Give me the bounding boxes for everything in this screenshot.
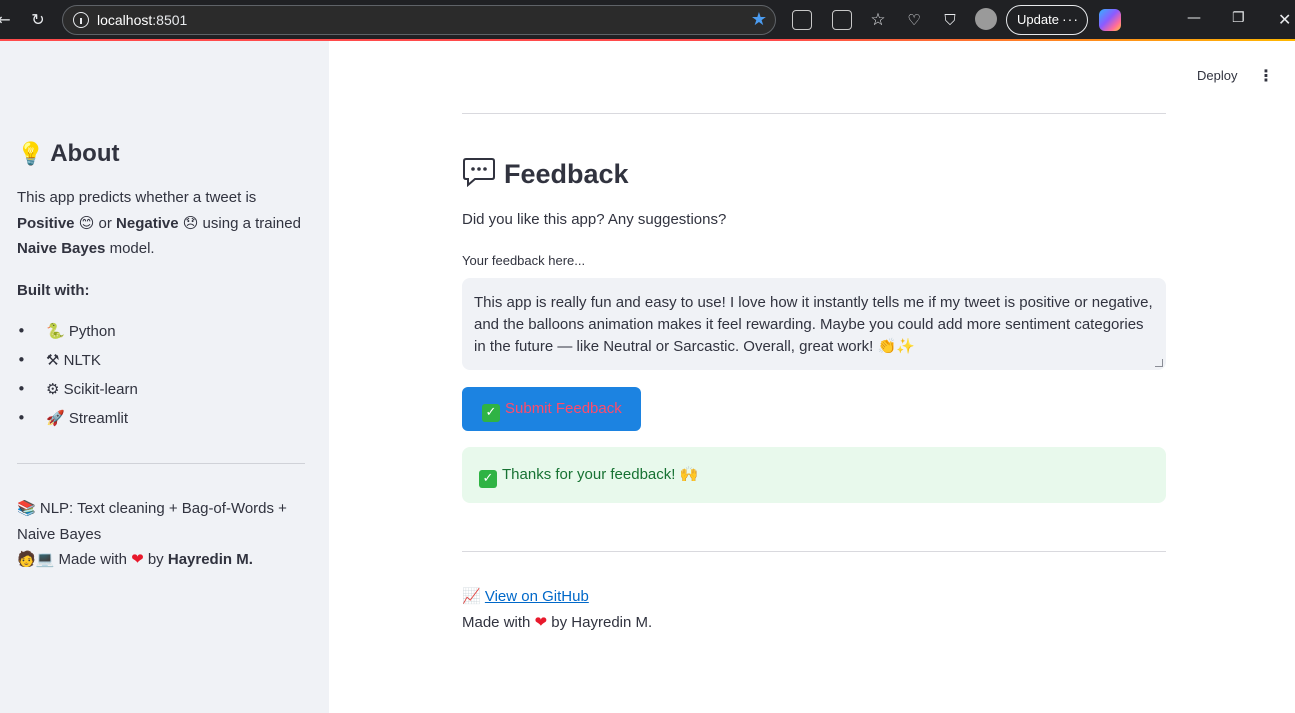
lightbulb-icon: 💡 [17, 142, 45, 167]
resize-handle[interactable] [1155, 359, 1163, 367]
sidebar-footer: 📚 NLP: Text cleaning + Bag-of-Words + Na… [17, 499, 287, 568]
tools-list: 🐍 Python ⚒ NLTK ⚙ Scikit-learn 🚀 Streaml… [17, 317, 138, 433]
made-with-footer: Made with ❤ by Hayredin M. [462, 613, 653, 631]
favorite-star-icon[interactable]: ★ [751, 9, 767, 30]
sidebar-divider [17, 463, 305, 464]
check-mark-icon: ✓ [479, 470, 497, 488]
profile-avatar[interactable] [975, 8, 997, 30]
refresh-icon[interactable]: ↻ [26, 8, 50, 32]
list-item: ⚙ Scikit-learn [17, 375, 138, 404]
bottom-divider [462, 551, 1166, 552]
feedback-text: This app is really fun and easy to use! … [474, 294, 1153, 355]
minimize-icon[interactable]: — [1187, 10, 1201, 26]
sad-emoji-icon: 😞 [182, 213, 199, 232]
back-icon[interactable]: ← [0, 8, 16, 32]
close-icon[interactable]: ✕ [1278, 10, 1291, 29]
smile-emoji-icon: 😊 [78, 213, 95, 232]
gear-icon: ⚙ [46, 380, 60, 398]
heart-icon: ❤ [131, 550, 144, 568]
feedback-textarea[interactable]: This app is really fun and easy to use! … [462, 278, 1166, 370]
list-item: ⚒ NLTK [17, 346, 138, 375]
split-screen-icon[interactable] [832, 10, 852, 30]
copilot-icon[interactable] [1099, 9, 1121, 31]
github-line: 📈 View on GitHub [462, 587, 589, 605]
url-text[interactable]: localhost:8501 [97, 12, 187, 28]
list-item: 🐍 Python [17, 317, 138, 346]
books-icon: 📚 [17, 499, 36, 517]
sidebar-title: 💡 About [17, 140, 120, 167]
restore-icon[interactable]: ❐ [1232, 10, 1245, 26]
page-title: Feedback [462, 157, 629, 190]
deploy-button[interactable]: Deploy [1197, 68, 1237, 83]
sidebar: 💡 About This app predicts whether a twee… [0, 41, 329, 713]
update-button[interactable]: Update ··· [1006, 5, 1088, 35]
chart-increasing-icon: 📈 [462, 587, 481, 605]
more-icon[interactable]: ··· [1062, 6, 1079, 33]
list-item: 🚀 Streamlit [17, 404, 138, 433]
browser-essentials-icon[interactable]: ♡ [902, 8, 926, 32]
speech-bubble-icon [463, 158, 495, 187]
built-with-heading: Built with: [17, 282, 90, 299]
heart-icon: ❤ [534, 613, 548, 631]
main-menu-icon[interactable]: ⋮ [1258, 67, 1274, 84]
check-mark-icon: ✓ [482, 404, 500, 422]
feedback-prompt: Did you like this app? Any suggestions? [462, 211, 727, 228]
extensions-icon[interactable] [792, 10, 812, 30]
address-bar[interactable]: localhost:8501 ★ [62, 5, 776, 35]
top-divider [462, 113, 1166, 114]
sidebar-description: This app predicts whether a tweet is Pos… [17, 189, 301, 257]
success-alert: ✓ Thanks for your feedback! 🙌 [462, 447, 1166, 503]
info-icon[interactable] [73, 12, 89, 28]
feedback-label: Your feedback here... [462, 253, 586, 268]
person-icon: 🧑 [17, 550, 36, 568]
laptop-icon: 💻 [35, 550, 55, 568]
tools-icon: ⚒ [46, 351, 60, 369]
python-snake-icon: 🐍 [46, 322, 65, 340]
submit-feedback-button[interactable]: ✓ Submit Feedback [462, 387, 641, 431]
github-link[interactable]: View on GitHub [485, 588, 589, 605]
shield-icon[interactable]: ⛉ [938, 8, 962, 32]
favorites-icon[interactable]: ☆ [866, 8, 890, 32]
browser-chrome: ← ↻ localhost:8501 ★ ☆ ♡ ⛉ Update ··· — … [0, 0, 1295, 40]
rocket-icon: 🚀 [46, 409, 65, 427]
